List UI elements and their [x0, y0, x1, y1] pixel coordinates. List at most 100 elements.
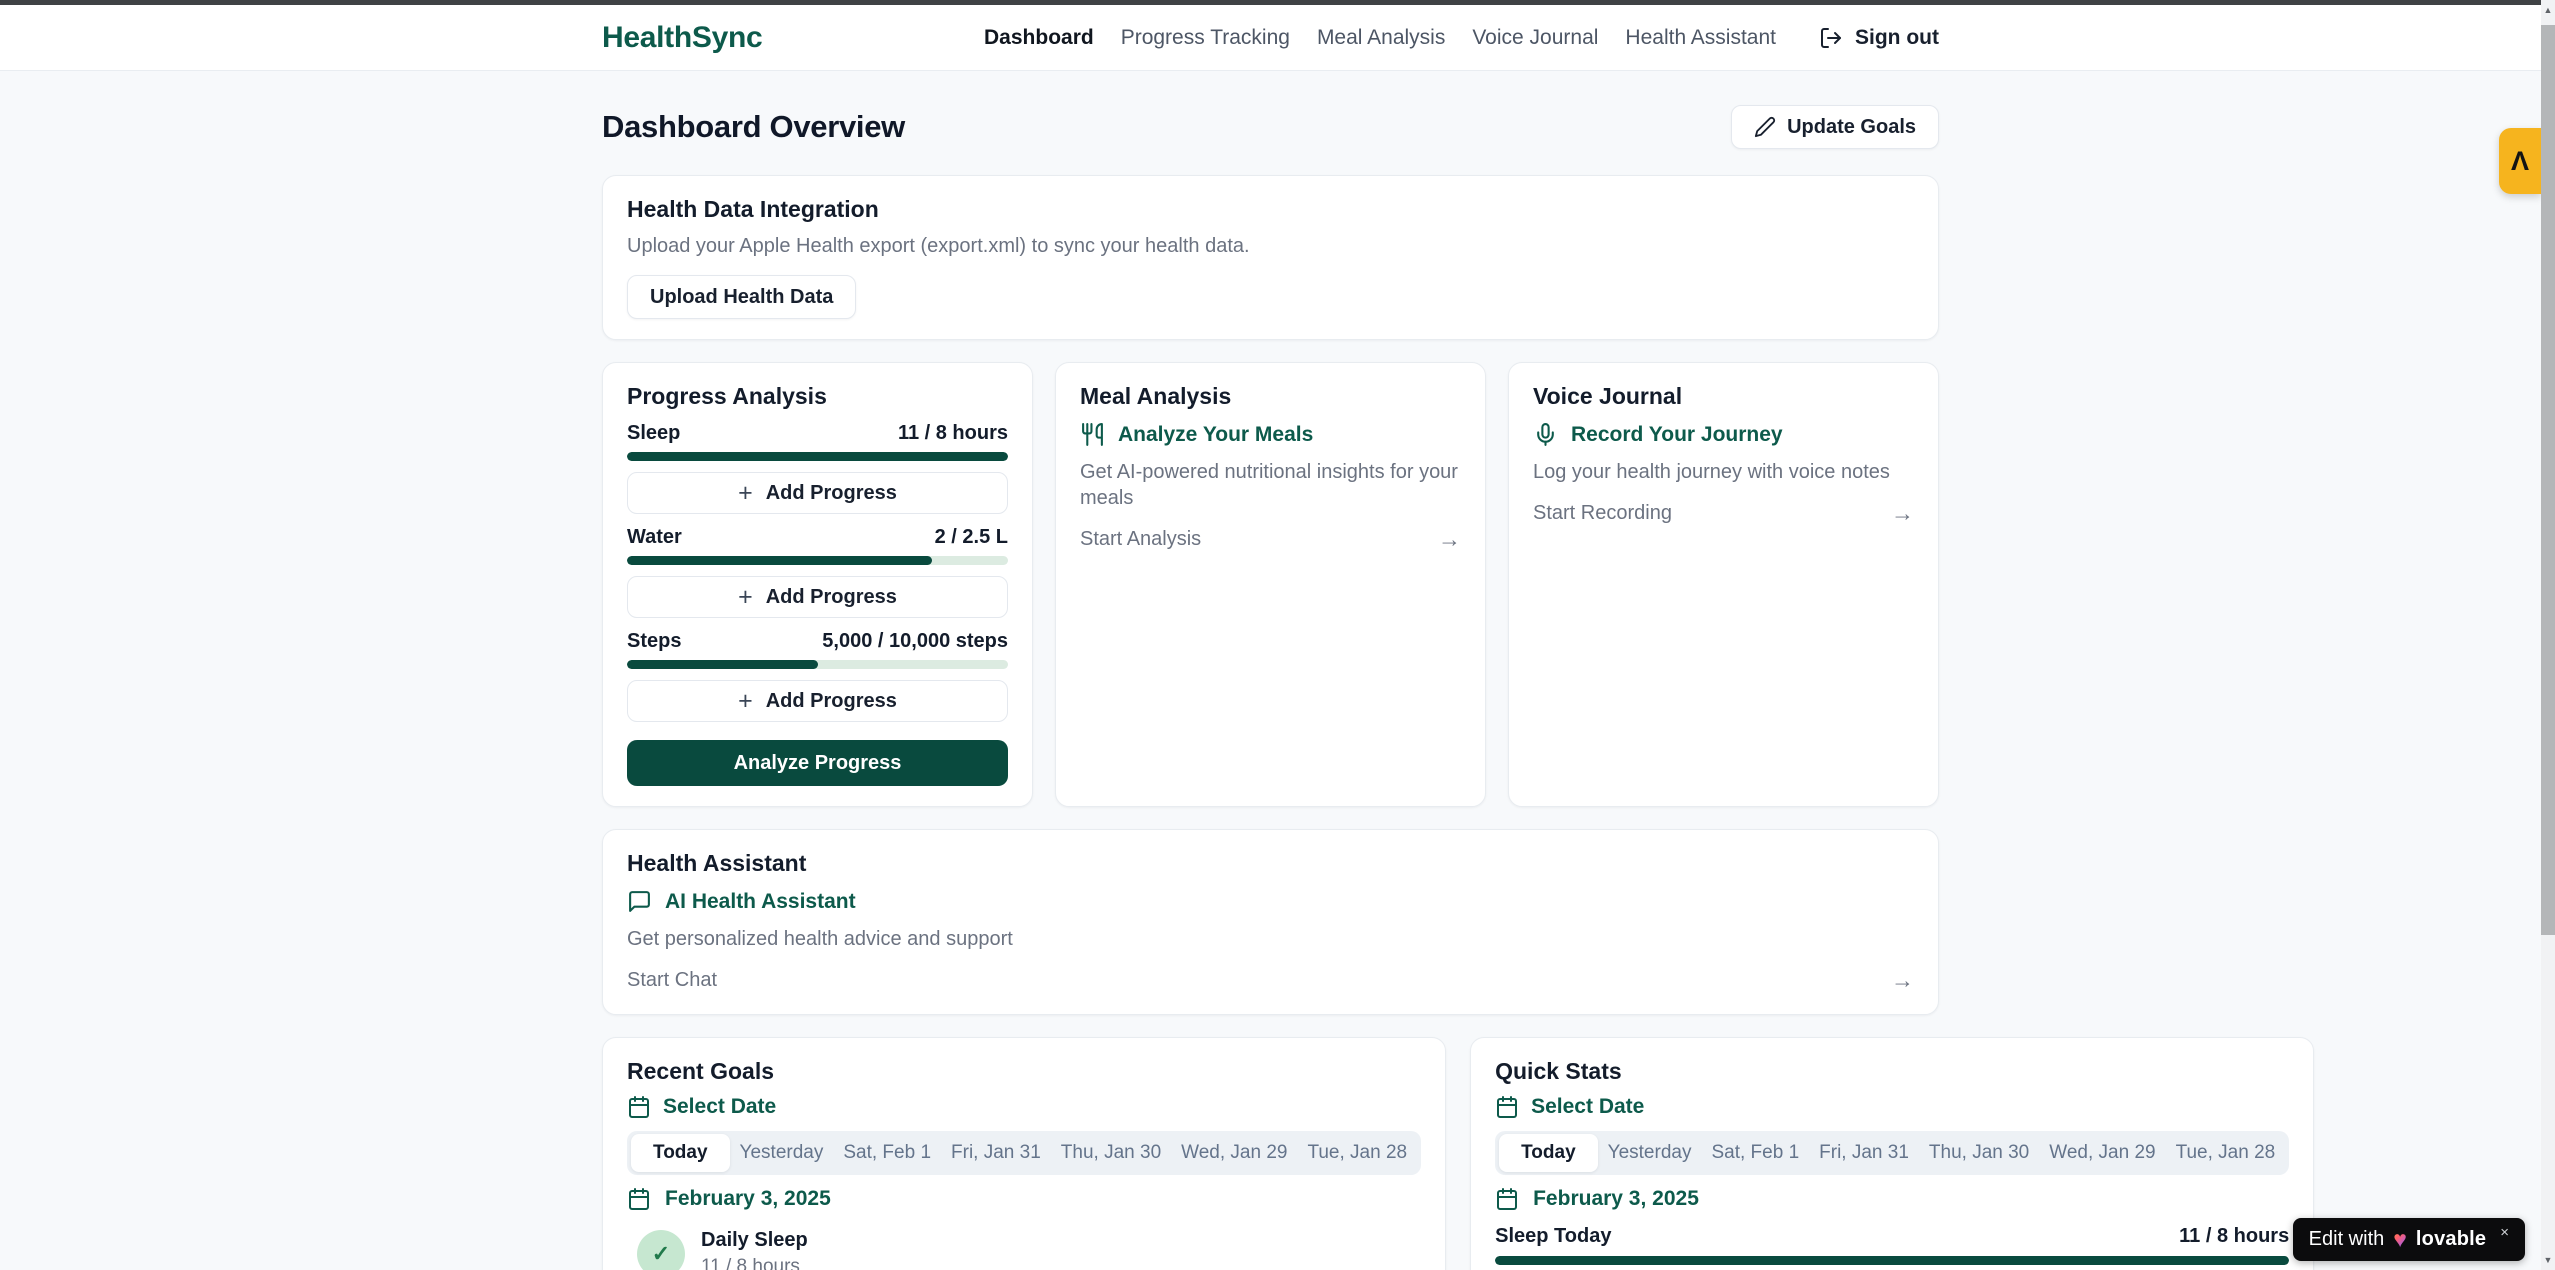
- current-date-label: February 3, 2025: [1533, 1187, 1699, 1211]
- date-tab-sat-feb-1[interactable]: Sat, Feb 1: [833, 1134, 941, 1172]
- metric-water-value: 2 / 2.5 L: [935, 526, 1008, 549]
- recent-goals-card: Recent Goals Select Date Today Yesterday…: [602, 1037, 1446, 1270]
- steps-progress-bar: [627, 660, 1008, 669]
- record-your-journey-link[interactable]: Record Your Journey: [1533, 422, 1914, 447]
- water-progress-bar: [627, 556, 1008, 565]
- analyze-your-meals-link[interactable]: Analyze Your Meals: [1080, 422, 1461, 447]
- sign-out-button[interactable]: Sign out: [1819, 26, 1939, 50]
- nav-meal-analysis[interactable]: Meal Analysis: [1317, 26, 1445, 50]
- edit-with-lovable-badge[interactable]: Edit with ♥ lovable ×: [2293, 1218, 2525, 1261]
- nav-health-assistant[interactable]: Health Assistant: [1625, 26, 1776, 50]
- app-header: HealthSync Dashboard Progress Tracking M…: [0, 5, 2541, 71]
- goal-name: Daily Sleep: [701, 1229, 808, 1252]
- sign-out-label: Sign out: [1855, 26, 1939, 50]
- recent-goals-select-date[interactable]: Select Date: [627, 1095, 1421, 1119]
- calendar-icon: [1495, 1187, 1519, 1211]
- recent-goals-date-tabs: Today Yesterday Sat, Feb 1 Fri, Jan 31 T…: [627, 1131, 1421, 1175]
- date-tab-today[interactable]: Today: [631, 1134, 730, 1172]
- nav-dashboard[interactable]: Dashboard: [984, 26, 1094, 50]
- steps-progress-fill: [627, 660, 818, 669]
- add-progress-water-button[interactable]: + Add Progress: [627, 576, 1008, 618]
- add-progress-sleep-button[interactable]: + Add Progress: [627, 472, 1008, 514]
- calendar-icon: [627, 1187, 651, 1211]
- health-assistant-card: Health Assistant AI Health Assistant Get…: [602, 829, 1939, 1015]
- arrow-right-icon: →: [1891, 500, 1914, 527]
- date-tab-wed-jan-29[interactable]: Wed, Jan 29: [1171, 1134, 1297, 1172]
- select-date-label: Select Date: [663, 1095, 776, 1119]
- recent-goals-title: Recent Goals: [627, 1058, 1421, 1085]
- arrow-right-icon: →: [1438, 526, 1461, 553]
- plus-icon: +: [738, 689, 753, 714]
- date-tab-tue-jan-28[interactable]: Tue, Jan 28: [2166, 1134, 2286, 1172]
- log-out-icon: [1819, 26, 1843, 50]
- scrollbar-down-arrow-icon[interactable]: ▼: [2541, 1252, 2555, 1268]
- arrow-right-icon: →: [1891, 967, 1914, 994]
- analyze-your-meals-label: Analyze Your Meals: [1118, 423, 1313, 447]
- sleep-today-label: Sleep Today: [1495, 1225, 1611, 1248]
- analyze-progress-button[interactable]: Analyze Progress: [627, 740, 1008, 786]
- close-icon[interactable]: ×: [2500, 1224, 2509, 1241]
- voice-journal-card: Voice Journal Record Your Journey Log yo…: [1508, 362, 1939, 807]
- date-tab-fri-jan-31[interactable]: Fri, Jan 31: [941, 1134, 1051, 1172]
- current-date-label: February 3, 2025: [665, 1187, 831, 1211]
- progress-analysis-title: Progress Analysis: [627, 383, 1008, 410]
- sleep-progress-fill: [627, 452, 1008, 461]
- lovable-edge-fab[interactable]: Λ: [2499, 128, 2541, 194]
- metric-sleep-value: 11 / 8 hours: [898, 422, 1008, 445]
- start-recording-link[interactable]: Start Recording →: [1533, 500, 1914, 527]
- edit-with-label: Edit with: [2309, 1228, 2385, 1251]
- meal-analysis-card: Meal Analysis Analyze Your Meals Get AI-…: [1055, 362, 1486, 807]
- quick-stats-current-date[interactable]: February 3, 2025: [1495, 1187, 2289, 1211]
- scrollbar-up-arrow-icon[interactable]: ▲: [2541, 2, 2555, 18]
- water-progress-fill: [627, 556, 932, 565]
- chat-bubble-icon: [627, 889, 652, 914]
- pencil-icon: [1754, 116, 1776, 138]
- vertical-scrollbar[interactable]: ▲ ▼: [2541, 0, 2555, 1270]
- sleep-today-value: 11 / 8 hours: [2179, 1225, 2289, 1248]
- upload-health-data-button[interactable]: Upload Health Data: [627, 275, 856, 319]
- sleep-today-progress-fill: [1495, 1256, 2289, 1265]
- date-tab-tue-jan-28[interactable]: Tue, Jan 28: [1297, 1134, 1417, 1172]
- health-assistant-title: Health Assistant: [627, 850, 1914, 877]
- date-tab-wed-jan-29[interactable]: Wed, Jan 29: [2039, 1134, 2165, 1172]
- add-progress-steps-button[interactable]: + Add Progress: [627, 680, 1008, 722]
- date-tab-yesterday[interactable]: Yesterday: [1598, 1134, 1702, 1172]
- date-tab-thu-jan-30[interactable]: Thu, Jan 30: [1051, 1134, 1171, 1172]
- metric-steps-label: Steps: [627, 630, 681, 653]
- date-tab-sat-feb-1[interactable]: Sat, Feb 1: [1701, 1134, 1809, 1172]
- metric-sleep-label: Sleep: [627, 422, 680, 445]
- goal-value: 11 / 8 hours: [701, 1256, 808, 1270]
- metric-steps-value: 5,000 / 10,000 steps: [822, 630, 1008, 653]
- date-tab-thu-jan-30[interactable]: Thu, Jan 30: [1919, 1134, 2039, 1172]
- voice-journal-description: Log your health journey with voice notes: [1533, 459, 1914, 485]
- health-data-title: Health Data Integration: [627, 196, 1914, 223]
- sleep-today-progress-bar: [1495, 1256, 2289, 1265]
- calendar-icon: [1495, 1095, 1519, 1119]
- quick-stats-select-date[interactable]: Select Date: [1495, 1095, 2289, 1119]
- page-title: Dashboard Overview: [602, 109, 905, 145]
- start-recording-label: Start Recording: [1533, 502, 1672, 525]
- start-analysis-label: Start Analysis: [1080, 528, 1201, 551]
- update-goals-button[interactable]: Update Goals: [1731, 105, 1939, 149]
- calendar-icon: [627, 1095, 651, 1119]
- quick-stats-date-tabs: Today Yesterday Sat, Feb 1 Fri, Jan 31 T…: [1495, 1131, 2289, 1175]
- nav-progress-tracking[interactable]: Progress Tracking: [1121, 26, 1290, 50]
- goal-list-item: ✓ Daily Sleep 11 / 8 hours: [627, 1229, 1421, 1270]
- select-date-label: Select Date: [1531, 1095, 1644, 1119]
- check-circle-icon: ✓: [637, 1230, 685, 1270]
- scrollbar-thumb[interactable]: [2541, 25, 2555, 935]
- nav-voice-journal[interactable]: Voice Journal: [1472, 26, 1598, 50]
- recent-goals-current-date[interactable]: February 3, 2025: [627, 1187, 1421, 1211]
- date-tab-yesterday[interactable]: Yesterday: [730, 1134, 834, 1172]
- date-tab-fri-jan-31[interactable]: Fri, Jan 31: [1809, 1134, 1919, 1172]
- metric-water-label: Water: [627, 526, 682, 549]
- quick-stats-title: Quick Stats: [1495, 1058, 2289, 1085]
- add-progress-label: Add Progress: [766, 586, 897, 609]
- utensils-icon: [1080, 422, 1105, 447]
- date-tab-today[interactable]: Today: [1499, 1134, 1598, 1172]
- start-chat-link[interactable]: Start Chat →: [627, 967, 1914, 994]
- plus-icon: +: [738, 481, 753, 506]
- health-assistant-description: Get personalized health advice and suppo…: [627, 926, 1914, 952]
- ai-health-assistant-link[interactable]: AI Health Assistant: [627, 889, 1914, 914]
- start-analysis-link[interactable]: Start Analysis →: [1080, 526, 1461, 553]
